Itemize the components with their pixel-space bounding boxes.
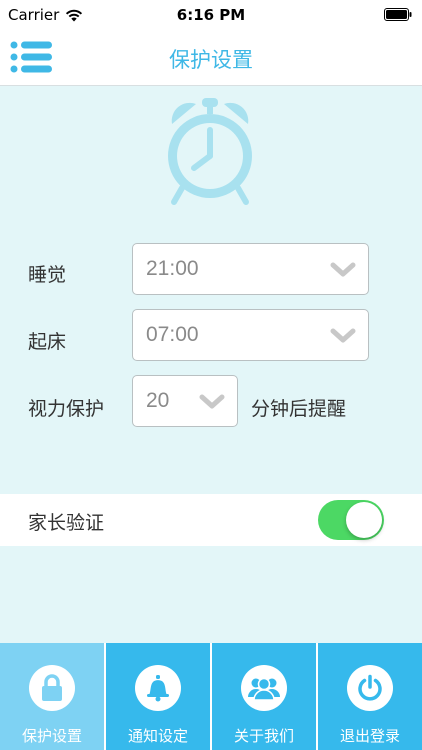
sleep-label: 睡觉 xyxy=(28,264,67,286)
tab-icon-circle xyxy=(135,665,181,711)
alarm-clock-icon xyxy=(168,98,252,205)
users-icon xyxy=(248,677,280,701)
bell-icon xyxy=(147,675,169,702)
nav-bar: 保护设置 xyxy=(0,30,422,86)
chevron-down-icon xyxy=(330,328,356,343)
power-icon xyxy=(358,674,382,701)
tab-icon-circle xyxy=(347,665,393,711)
eye-protection-label: 视力保护 xyxy=(28,398,105,420)
tab-logout[interactable]: 退出登录 xyxy=(318,643,422,750)
wake-time-select[interactable]: 07:00 xyxy=(132,309,369,361)
tab-label: 通知设定 xyxy=(127,727,188,745)
wake-label: 起床 xyxy=(28,331,67,353)
parent-verify-label: 家长验证 xyxy=(28,512,105,534)
parent-verify-row: 家长验证 xyxy=(0,494,422,546)
eye-interval-value: 20 xyxy=(146,389,170,412)
status-bar: Carrier 6:16 PM xyxy=(0,0,422,30)
eye-interval-suffix: 分钟后提醒 xyxy=(251,398,347,420)
lock-icon xyxy=(42,674,62,701)
chevron-down-icon xyxy=(199,394,225,409)
sleep-time-select[interactable]: 21:00 xyxy=(132,243,369,295)
status-time: 6:16 PM xyxy=(176,6,246,24)
sleep-time-value: 21:00 xyxy=(146,257,199,280)
wake-time-value: 07:00 xyxy=(146,323,199,346)
tab-label: 退出登录 xyxy=(339,727,400,745)
chevron-down-icon xyxy=(330,262,356,277)
tab-label: 关于我们 xyxy=(233,727,294,745)
tab-label: 保护设置 xyxy=(21,727,82,745)
battery-icon xyxy=(384,8,412,21)
tab-icon-circle xyxy=(241,665,287,711)
tab-bar: 保护设置 通知设定 关于我们 退出登录 xyxy=(0,643,422,750)
tab-notification-settings[interactable]: 通知设定 xyxy=(106,643,210,750)
eye-interval-select[interactable]: 20 xyxy=(132,375,238,427)
parent-verify-toggle[interactable] xyxy=(318,500,384,540)
toggle-knob xyxy=(346,502,382,538)
tab-protection-settings[interactable]: 保护设置 xyxy=(0,643,104,750)
tab-icon-circle xyxy=(29,665,75,711)
page-title: 保护设置 xyxy=(169,48,253,72)
tab-about-us[interactable]: 关于我们 xyxy=(212,643,316,750)
